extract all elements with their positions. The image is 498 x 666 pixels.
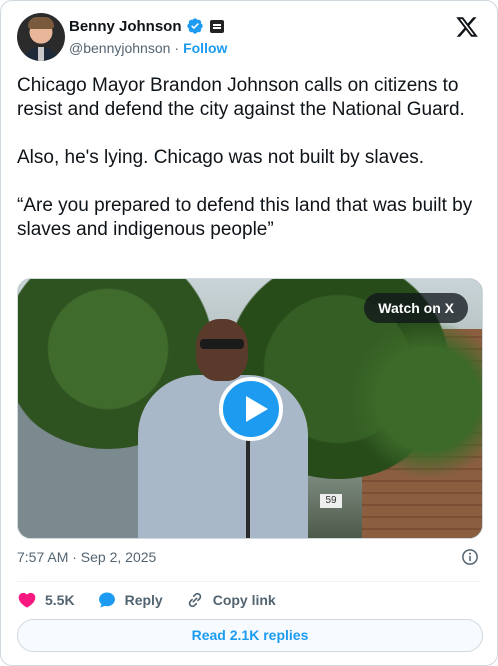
speaker-figure (138, 319, 308, 538)
video-thumbnail[interactable]: 59 Watch on X (17, 278, 483, 539)
verified-badge-icon (186, 18, 203, 34)
reply-label: Reply (124, 592, 163, 608)
follow-button[interactable]: Follow (183, 40, 227, 56)
play-icon[interactable] (219, 377, 283, 441)
like-count: 5.5K (45, 592, 75, 608)
author-handle[interactable]: @bennyjohnson (69, 40, 170, 56)
author-name-row: Benny Johnson (69, 17, 224, 35)
copy-link-button[interactable]: Copy link (185, 590, 276, 610)
author-name[interactable]: Benny Johnson (69, 18, 182, 35)
action-bar: 5.5K Reply Copy link (17, 589, 298, 611)
embedded-post-card: Benny Johnson @bennyjohnson · Follow Chi… (0, 0, 498, 666)
info-icon[interactable] (461, 548, 479, 566)
post-timestamp[interactable]: 7:57 AM · Sep 2, 2025 (17, 549, 156, 565)
copy-link-label: Copy link (212, 592, 276, 608)
like-button[interactable]: 5.5K (17, 590, 75, 610)
separator-dot: · (174, 40, 180, 56)
reply-icon (98, 592, 115, 608)
divider (17, 581, 481, 582)
watch-on-x-button[interactable]: Watch on X (364, 293, 468, 323)
read-replies-button[interactable]: Read 2.1K replies (17, 619, 483, 652)
affiliation-badge-icon (209, 19, 224, 33)
post-header: Benny Johnson @bennyjohnson · Follow (17, 13, 481, 63)
address-number: 59 (320, 494, 342, 508)
post-text: Chicago Mayor Brandon Johnson calls on c… (17, 75, 473, 240)
heart-icon (18, 592, 36, 608)
handle-row: @bennyjohnson · Follow (69, 40, 227, 56)
link-icon (188, 592, 201, 608)
reply-button[interactable]: Reply (97, 590, 163, 610)
author-avatar[interactable] (17, 13, 65, 61)
x-logo-icon[interactable] (455, 15, 479, 39)
